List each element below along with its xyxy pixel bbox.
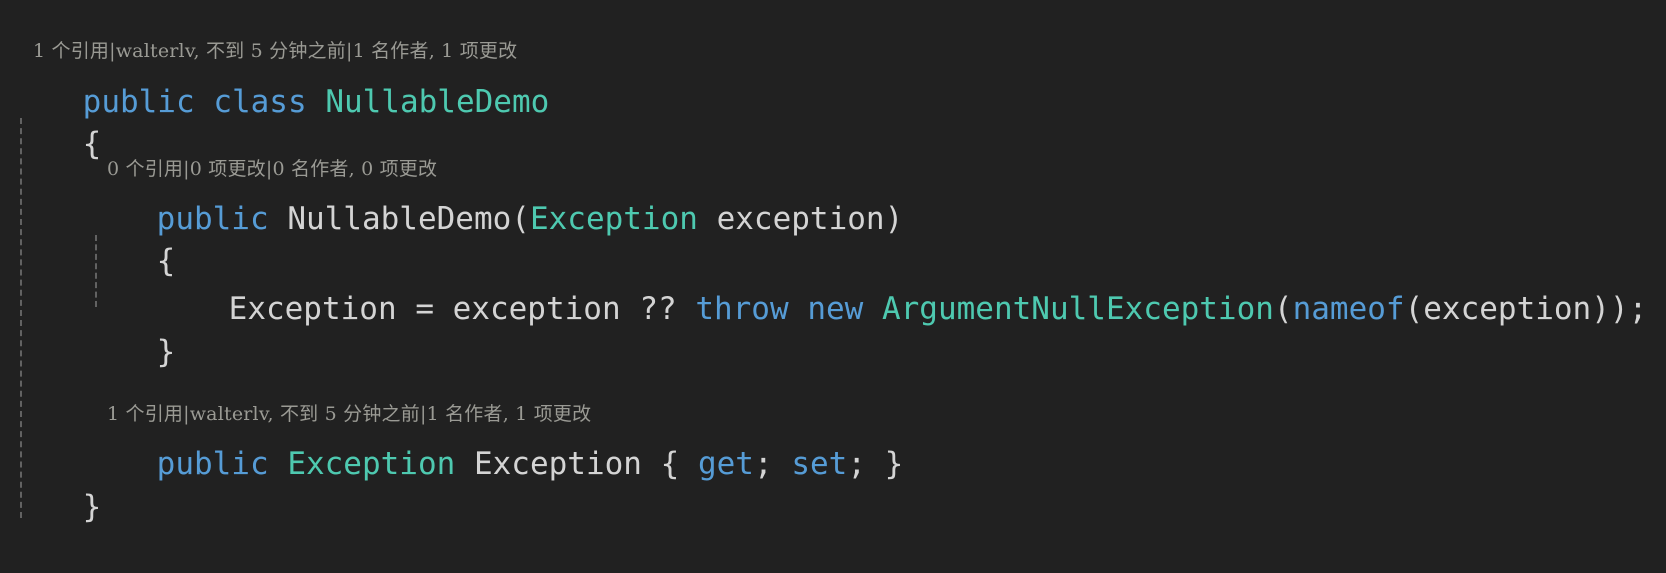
code-line-property-declaration[interactable]: public Exception Exception { get; set; } (82, 398, 1666, 482)
codelens-class[interactable]: 1 个引用|walterlv, 不到 5 分钟之前|1 名作者, 1 项更改 (8, 6, 517, 62)
brace-close: } (156, 334, 176, 370)
code-line-class-declaration[interactable]: public class NullableDemo (8, 36, 1666, 120)
code-line-constructor-open-brace[interactable]: { (82, 195, 1666, 279)
code-line-constructor-body[interactable]: Exception = exception ?? throw new Argum… (154, 243, 1666, 327)
code-line-constructor-close-brace[interactable]: } (82, 286, 1666, 370)
code-line-constructor-declaration[interactable]: public NullableDemo(Exception exception) (82, 153, 1666, 237)
code-editor[interactable]: 1 个引用|walterlv, 不到 5 分钟之前|1 名作者, 1 项更改 p… (0, 0, 1666, 533)
codelens-property[interactable]: 1 个引用|walterlv, 不到 5 分钟之前|1 名作者, 1 项更改 (82, 369, 591, 425)
brace-close: } (82, 489, 102, 525)
code-line-class-open-brace[interactable]: { (8, 78, 1666, 162)
code-line-class-close-brace[interactable]: } (8, 441, 1666, 525)
codelens-constructor[interactable]: 0 个引用|0 项更改|0 名作者, 0 项更改 (82, 124, 437, 180)
